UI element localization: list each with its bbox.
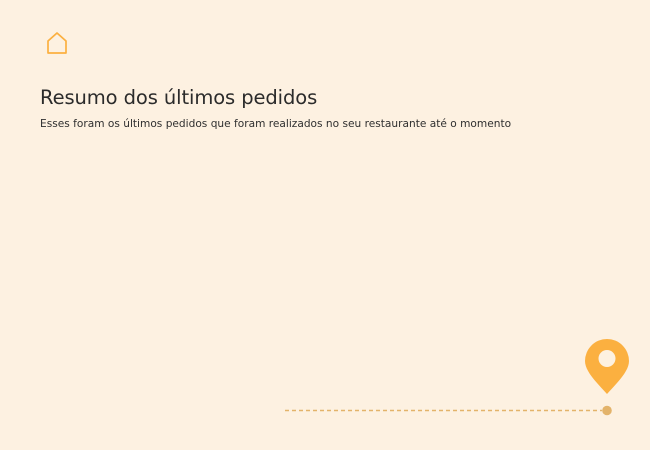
page-subtitle: Esses foram os últimos pedidos que foram… xyxy=(40,118,512,130)
page-title: Resumo dos últimos pedidos xyxy=(40,86,318,109)
orders-summary-page: Resumo dos últimos pedidos Esses foram o… xyxy=(0,0,650,450)
route-end-dot xyxy=(602,405,612,416)
map-pin-icon xyxy=(585,339,629,394)
home-icon xyxy=(47,32,67,54)
home-button[interactable] xyxy=(44,30,70,56)
route-illustration xyxy=(285,339,629,416)
